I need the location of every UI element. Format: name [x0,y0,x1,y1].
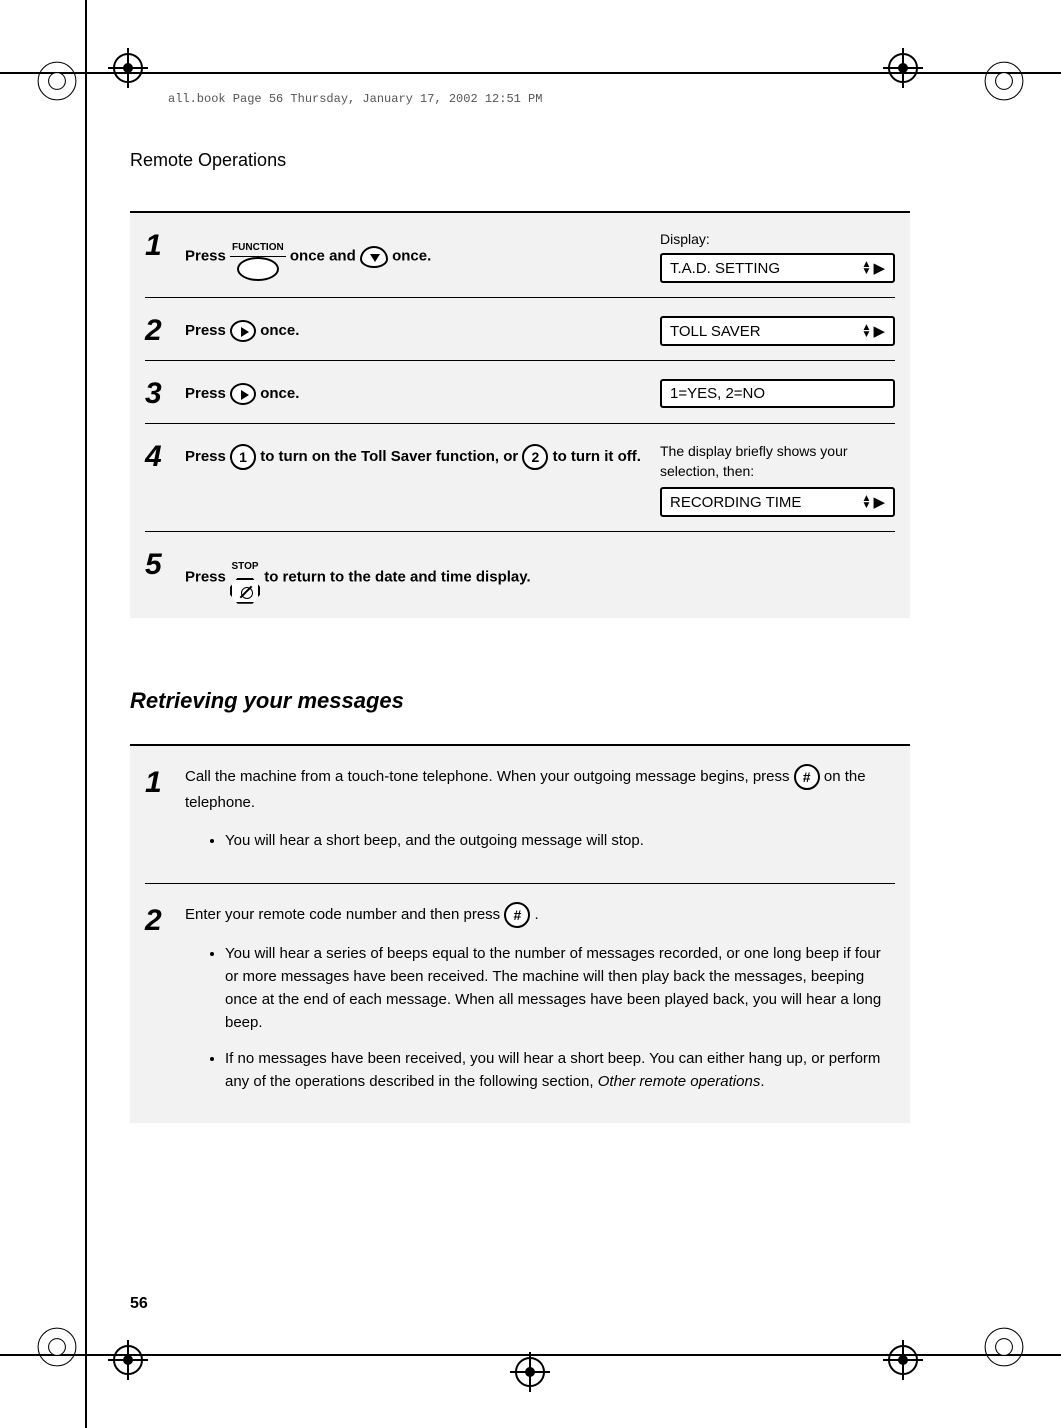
list-item: You will hear a short beep, and the outg… [225,829,895,852]
nav-arrows-icon: ▲▼▶ [862,493,885,511]
page-content: Remote Operations 1 Press FUNCTION once … [130,130,910,1123]
step-body: Enter your remote code number and then p… [185,902,895,1106]
sub-step-1: 1 Call the machine from a touch-tone tel… [145,746,895,883]
step-number: 2 [145,312,185,346]
nav-arrows-icon: ▲▼▶ [862,259,885,277]
registration-mark-icon [36,60,78,102]
steps-block: 1 Press FUNCTION once and once. Display:… [130,211,910,618]
function-button-icon: FUNCTION [230,233,286,281]
step-number: 5 [145,546,185,580]
header-filename: all.book Page 56 Thursday, January 17, 2… [168,92,542,106]
section-title: Remote Operations [130,150,910,171]
crosshair-icon [510,1352,550,1392]
list-item: If no messages have been received, you w… [225,1047,895,1094]
registration-mark-icon [983,1326,1025,1368]
bullet-list: You will hear a short beep, and the outg… [185,829,895,852]
list-item: You will hear a series of beeps equal to… [225,942,895,1035]
step-5: 5 Press STOP to return to the date and t… [145,531,895,618]
step-display: TOLL SAVER ▲▼▶ [660,312,895,346]
registration-mark-icon [983,60,1025,102]
step-body: Press once. [185,375,660,407]
print-frame-left [85,0,87,1428]
crosshair-icon [883,48,923,88]
step-4: 4 Press 1 to turn on the Toll Saver func… [145,423,895,531]
step-1: 1 Press FUNCTION once and once. Display:… [145,213,895,297]
page-number: 56 [130,1295,148,1313]
step-body: Press STOP to return to the date and tim… [185,546,895,604]
step-display: Display: T.A.D. SETTING ▲▼▶ [660,227,895,283]
bullet-list: You will hear a series of beeps equal to… [185,942,895,1094]
step-3: 3 Press once. 1=YES, 2=NO [145,360,895,423]
section-subtitle: Retrieving your messages [130,688,910,714]
right-arrow-button-icon [230,383,256,405]
lcd-display: RECORDING TIME ▲▼▶ [660,487,895,517]
stop-button-icon: STOP [230,552,260,604]
crosshair-icon [883,1340,923,1380]
step-body: Press 1 to turn on the Toll Saver functi… [185,438,660,470]
step-display: The display briefly shows your selection… [660,438,895,517]
step-number: 3 [145,375,185,409]
step-number: 2 [145,902,185,936]
step-body: Call the machine from a touch-tone telep… [185,764,895,865]
keypad-1-icon: 1 [230,444,256,470]
keypad-2-icon: 2 [522,444,548,470]
step-body: Press once. [185,312,660,344]
step-number: 1 [145,227,185,261]
sub-step-2: 2 Enter your remote code number and then… [145,883,895,1124]
right-arrow-button-icon [230,320,256,342]
crosshair-icon [108,48,148,88]
step-number: 4 [145,438,185,472]
step-display: 1=YES, 2=NO [660,375,895,408]
keypad-hash-icon: # [504,902,530,928]
step-body: Press FUNCTION once and once. [185,227,660,281]
nav-arrows-icon: ▲▼▶ [862,322,885,340]
step-number: 1 [145,764,185,798]
lcd-display: TOLL SAVER ▲▼▶ [660,316,895,346]
step-2: 2 Press once. TOLL SAVER ▲▼▶ [145,297,895,360]
down-arrow-button-icon [360,246,388,268]
registration-mark-icon [36,1326,78,1368]
lcd-display: T.A.D. SETTING ▲▼▶ [660,253,895,283]
crosshair-icon [108,1340,148,1380]
keypad-hash-icon: # [794,764,820,790]
lcd-display: 1=YES, 2=NO [660,379,895,408]
sub-steps-block: 1 Call the machine from a touch-tone tel… [130,744,910,1123]
